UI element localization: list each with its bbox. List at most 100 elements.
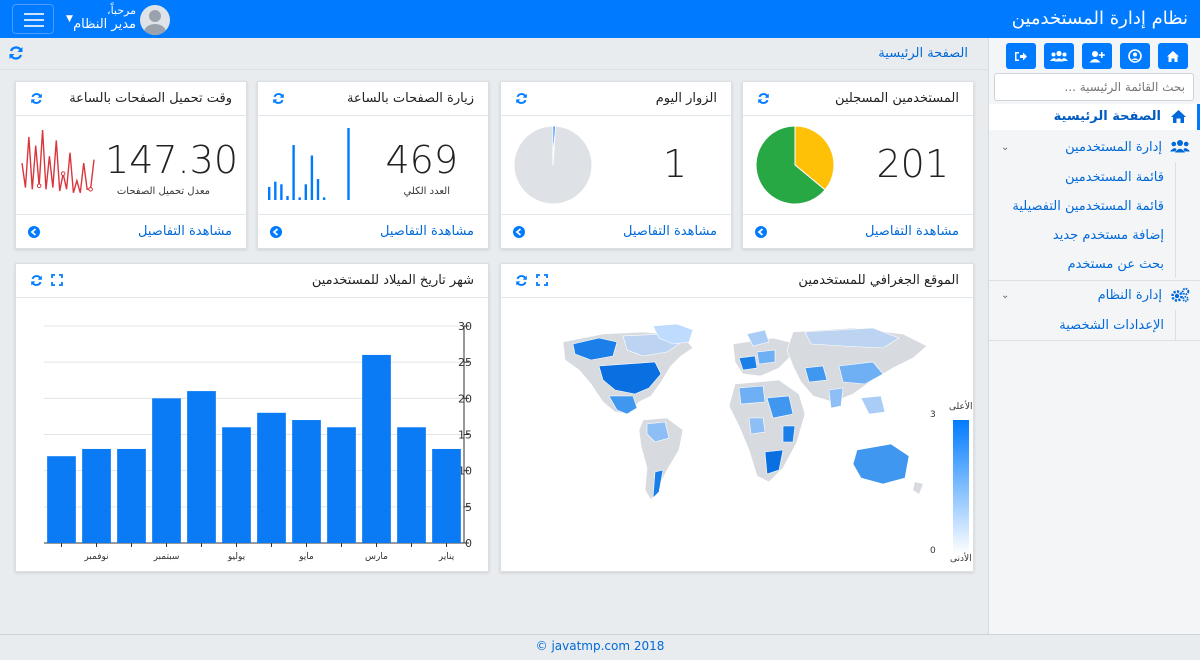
users-icon (1050, 50, 1068, 62)
page-visits-card: زيارة الصفحات بالساعة 469 العدد الكلي مش… (257, 81, 489, 249)
user-menu[interactable]: مرحباً، مدير النظام ▼ (66, 4, 170, 36)
expand-icon[interactable] (536, 274, 548, 286)
sign-out-button[interactable] (1006, 43, 1036, 69)
view-details-link[interactable]: مشاهدة التفاصيل (138, 215, 232, 249)
sidebar-item-add-user[interactable]: إضافة مستخدم جديد (989, 222, 1200, 250)
home-icon (1171, 110, 1186, 123)
view-details-link[interactable]: مشاهدة التفاصيل (865, 215, 959, 249)
y-tick-label: 25 (458, 356, 472, 369)
x-tick-label: مارس (365, 552, 388, 562)
sidebar-item-personal-settings[interactable]: الإعدادات الشخصية (989, 312, 1200, 340)
gears-icon (1171, 287, 1190, 303)
y-tick-label: 20 (458, 392, 472, 405)
x-tick-label: سبتمبر (153, 552, 180, 562)
arrow-circle-left-icon[interactable] (755, 226, 767, 238)
bar[interactable] (397, 427, 426, 543)
bar[interactable] (327, 427, 356, 543)
legend-high-label: الأعلى (949, 402, 973, 412)
sidebar-group-label: إدارة المستخدمين (1065, 140, 1162, 155)
bar[interactable] (432, 448, 461, 543)
x-tick-label: يوليو (227, 552, 246, 562)
sidebar-item-user-list[interactable]: قائمة المستخدمين (989, 164, 1200, 192)
spark-line-marker (36, 183, 42, 189)
birth-month-chart-card: شهر تاريخ الميلاد للمستخدمين 0 5 10 15 20 25 3… (15, 263, 489, 572)
birth-month-bar-chart: 051015202530ينايرمارسمايويوليوسبتمبرنوفم… (44, 320, 472, 562)
sidebar-item-label: الإعدادات الشخصية (1059, 318, 1164, 333)
bar[interactable] (187, 391, 216, 543)
y-tick-label: 30 (458, 320, 472, 333)
bar[interactable] (362, 354, 391, 543)
refresh-icon[interactable] (8, 45, 24, 61)
view-details-link[interactable]: مشاهدة التفاصيل (380, 215, 474, 249)
card-title: الزوار اليوم (655, 91, 717, 106)
sidebar-item-label: الصفحة الرئيسية (1053, 109, 1161, 124)
spark-line-marker (60, 171, 66, 176)
home-button[interactable] (1158, 43, 1188, 69)
view-details-link[interactable]: مشاهدة التفاصيل (623, 215, 717, 249)
spark-bar (298, 197, 301, 200)
page-visits-sublabel: العدد الكلي (403, 186, 450, 197)
spark-bar (274, 181, 277, 200)
card-title: الموقع الجغرافي للمستخدمين (798, 273, 959, 288)
sidebar-item-user-list-detailed[interactable]: قائمة المستخدمين التفصيلية (989, 193, 1200, 221)
refresh-icon[interactable] (30, 92, 43, 105)
arrow-circle-left-icon[interactable] (28, 226, 40, 238)
menu-toggle-button[interactable] (12, 4, 54, 34)
caret-down-icon: ▼ (66, 14, 73, 24)
spark-bar (310, 155, 314, 200)
spark-bar (316, 179, 320, 200)
breadcrumb[interactable]: الصفحة الرئيسية (878, 38, 968, 70)
sidebar-group-user-management[interactable]: إدارة المستخدمين ⌄ (989, 134, 1200, 162)
top-header: نظام إدارة المستخدمين مرحباً، مدير النظا… (0, 0, 1200, 38)
bar[interactable] (152, 398, 181, 543)
home-icon (1167, 50, 1179, 62)
divider (989, 340, 1200, 341)
sign-out-icon (1015, 51, 1027, 61)
arrow-circle-left-icon[interactable] (270, 226, 282, 238)
expand-icon[interactable] (51, 274, 63, 286)
sidebar-search-input[interactable] (994, 73, 1194, 101)
x-tick-label: نوفمبر (83, 552, 108, 562)
breadcrumb-bar: الصفحة الرئيسية (0, 38, 988, 70)
arrow-circle-left-icon[interactable] (513, 226, 525, 238)
bar[interactable] (82, 448, 111, 543)
user-plus-icon (1089, 50, 1105, 62)
refresh-icon[interactable] (30, 274, 43, 287)
page-visits-count: 469 (385, 138, 458, 182)
y-tick-label: 0 (465, 537, 472, 550)
refresh-icon[interactable] (272, 92, 285, 105)
bar[interactable] (117, 448, 146, 543)
card-title: شهر تاريخ الميلاد للمستخدمين (311, 273, 474, 288)
bar[interactable] (47, 456, 76, 543)
profile-button[interactable] (1120, 43, 1150, 69)
sidebar-item-label: قائمة المستخدمين (1064, 170, 1164, 185)
chevron-down-icon: ⌄ (1001, 142, 1010, 153)
user-name: مدير النظام (73, 17, 136, 32)
world-map[interactable] (543, 322, 933, 532)
sidebar-item-label: قائمة المستخدمين التفصيلية (1012, 199, 1164, 214)
bar[interactable] (292, 420, 321, 543)
sidebar-group-system-management[interactable]: إدارة النظام ⌄ (989, 282, 1200, 310)
geo-map-card: الموقع الجغرافي للمستخدمين الأعلى الأدنى… (500, 263, 974, 572)
refresh-icon[interactable] (515, 92, 528, 105)
sidebar-item-home[interactable]: الصفحة الرئيسية (989, 104, 1200, 130)
spark-bar (292, 145, 295, 200)
add-user-button[interactable] (1082, 43, 1112, 69)
refresh-icon[interactable] (757, 92, 770, 105)
x-tick-label: يناير (438, 552, 455, 562)
spark-line-marker (88, 186, 93, 192)
sidebar-item-search-user[interactable]: بحث عن مستخدم (989, 251, 1200, 279)
sidebar-group-label: إدارة النظام (1097, 288, 1162, 303)
y-tick-label: 15 (458, 429, 472, 442)
card-title: المستخدمين المسجلين (835, 91, 959, 106)
bar[interactable] (222, 427, 251, 543)
legend-max-value: 3 (930, 410, 936, 420)
refresh-icon[interactable] (515, 274, 528, 287)
bar[interactable] (257, 412, 286, 543)
avatar[interactable] (140, 5, 170, 35)
legend-min-value: 0 (930, 546, 936, 556)
users-button[interactable] (1044, 43, 1074, 69)
registered-users-card: المستخدمين المسجلين 201 مشاهدة التفاصيل (742, 81, 974, 249)
spark-bar (304, 184, 307, 200)
x-tick-label: مايو (298, 552, 314, 562)
